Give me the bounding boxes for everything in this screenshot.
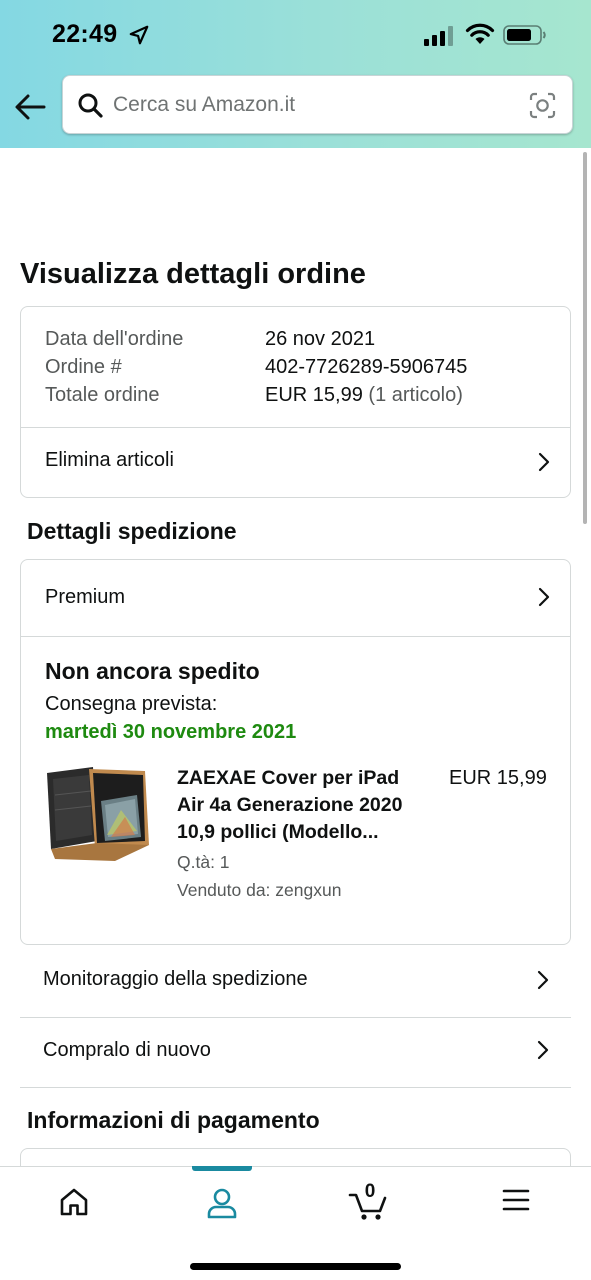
camera-scan-icon[interactable] (529, 92, 556, 119)
page-title: Visualizza dettagli ordine (20, 258, 366, 290)
shipping-card: Premium Non ancora spedito Consegna prev… (20, 559, 571, 945)
nav-account-button[interactable] (192, 1181, 252, 1225)
payment-section-title: Informazioni di pagamento (27, 1107, 320, 1133)
buy-again-row[interactable]: Compralo di nuovo (20, 1018, 571, 1087)
nav-home-button[interactable] (44, 1181, 104, 1225)
divider (20, 1087, 571, 1088)
shipment-status: Non ancora spedito (45, 658, 260, 684)
active-tab-indicator (192, 1166, 252, 1171)
chevron-right-icon (538, 452, 550, 472)
product-seller: Venduto da: zengxun (177, 880, 342, 900)
battery-icon (503, 25, 546, 45)
order-total-label: Totale ordine (45, 384, 160, 406)
order-total-amount: EUR 15,99 (265, 384, 363, 406)
nav-menu-button[interactable] (486, 1181, 546, 1225)
order-date-value: 26 nov 2021 (265, 328, 376, 350)
track-shipment-label: Monitoraggio della spedizione (43, 968, 308, 990)
scrollbar[interactable] (583, 152, 587, 524)
track-shipment-row[interactable]: Monitoraggio della spedizione (20, 947, 571, 1017)
order-number-value: 402-7726289-5906745 (265, 356, 468, 378)
delivery-date: martedì 30 novembre 2021 (45, 721, 297, 743)
status-time: 22:49 (52, 20, 118, 48)
order-summary-card: Data dell'ordine 26 nov 2021 Ordine # 40… (20, 306, 571, 498)
delete-items-row[interactable]: Elimina articoli (21, 428, 570, 498)
top-header: 22:49 (0, 0, 591, 148)
chevron-right-icon (537, 970, 549, 990)
product-title-link[interactable]: ZAEXAE Cover per iPad Air 4a Generazione… (177, 765, 427, 846)
order-item-count: (1 articolo) (368, 384, 463, 406)
order-total-value: EUR 15,99 (1 articolo) (265, 384, 463, 407)
divider (21, 636, 570, 637)
home-indicator (190, 1263, 401, 1270)
search-bar[interactable] (62, 75, 573, 134)
chevron-right-icon (538, 587, 550, 607)
cellular-signal-icon (424, 26, 453, 46)
product-image[interactable] (45, 765, 153, 865)
order-number-label: Ordine # (45, 356, 122, 378)
user-icon (207, 1188, 237, 1219)
hamburger-menu-icon (502, 1189, 530, 1211)
chevron-right-icon (537, 1040, 549, 1060)
nav-cart-button[interactable]: 0 (338, 1181, 398, 1225)
product-price: EUR 15,99 (449, 767, 547, 789)
back-arrow-icon[interactable] (14, 92, 46, 122)
shipping-method-row[interactable]: Premium (21, 560, 570, 636)
cart-icon (348, 1193, 387, 1220)
search-icon (78, 93, 103, 118)
bottom-navigation: 0 (0, 1166, 591, 1280)
delivery-label: Consegna prevista: (45, 693, 218, 715)
order-date-label: Data dell'ordine (45, 328, 184, 350)
delete-items-label: Elimina articoli (45, 449, 174, 471)
home-icon (60, 1188, 88, 1216)
buy-again-label: Compralo di nuovo (43, 1039, 211, 1061)
shipping-section-title: Dettagli spedizione (27, 518, 237, 544)
wifi-icon (465, 23, 495, 44)
product-quantity: Q.tà: 1 (177, 852, 230, 872)
shipping-method-label: Premium (45, 586, 126, 608)
search-input[interactable] (113, 88, 513, 122)
location-arrow-icon (129, 25, 149, 45)
